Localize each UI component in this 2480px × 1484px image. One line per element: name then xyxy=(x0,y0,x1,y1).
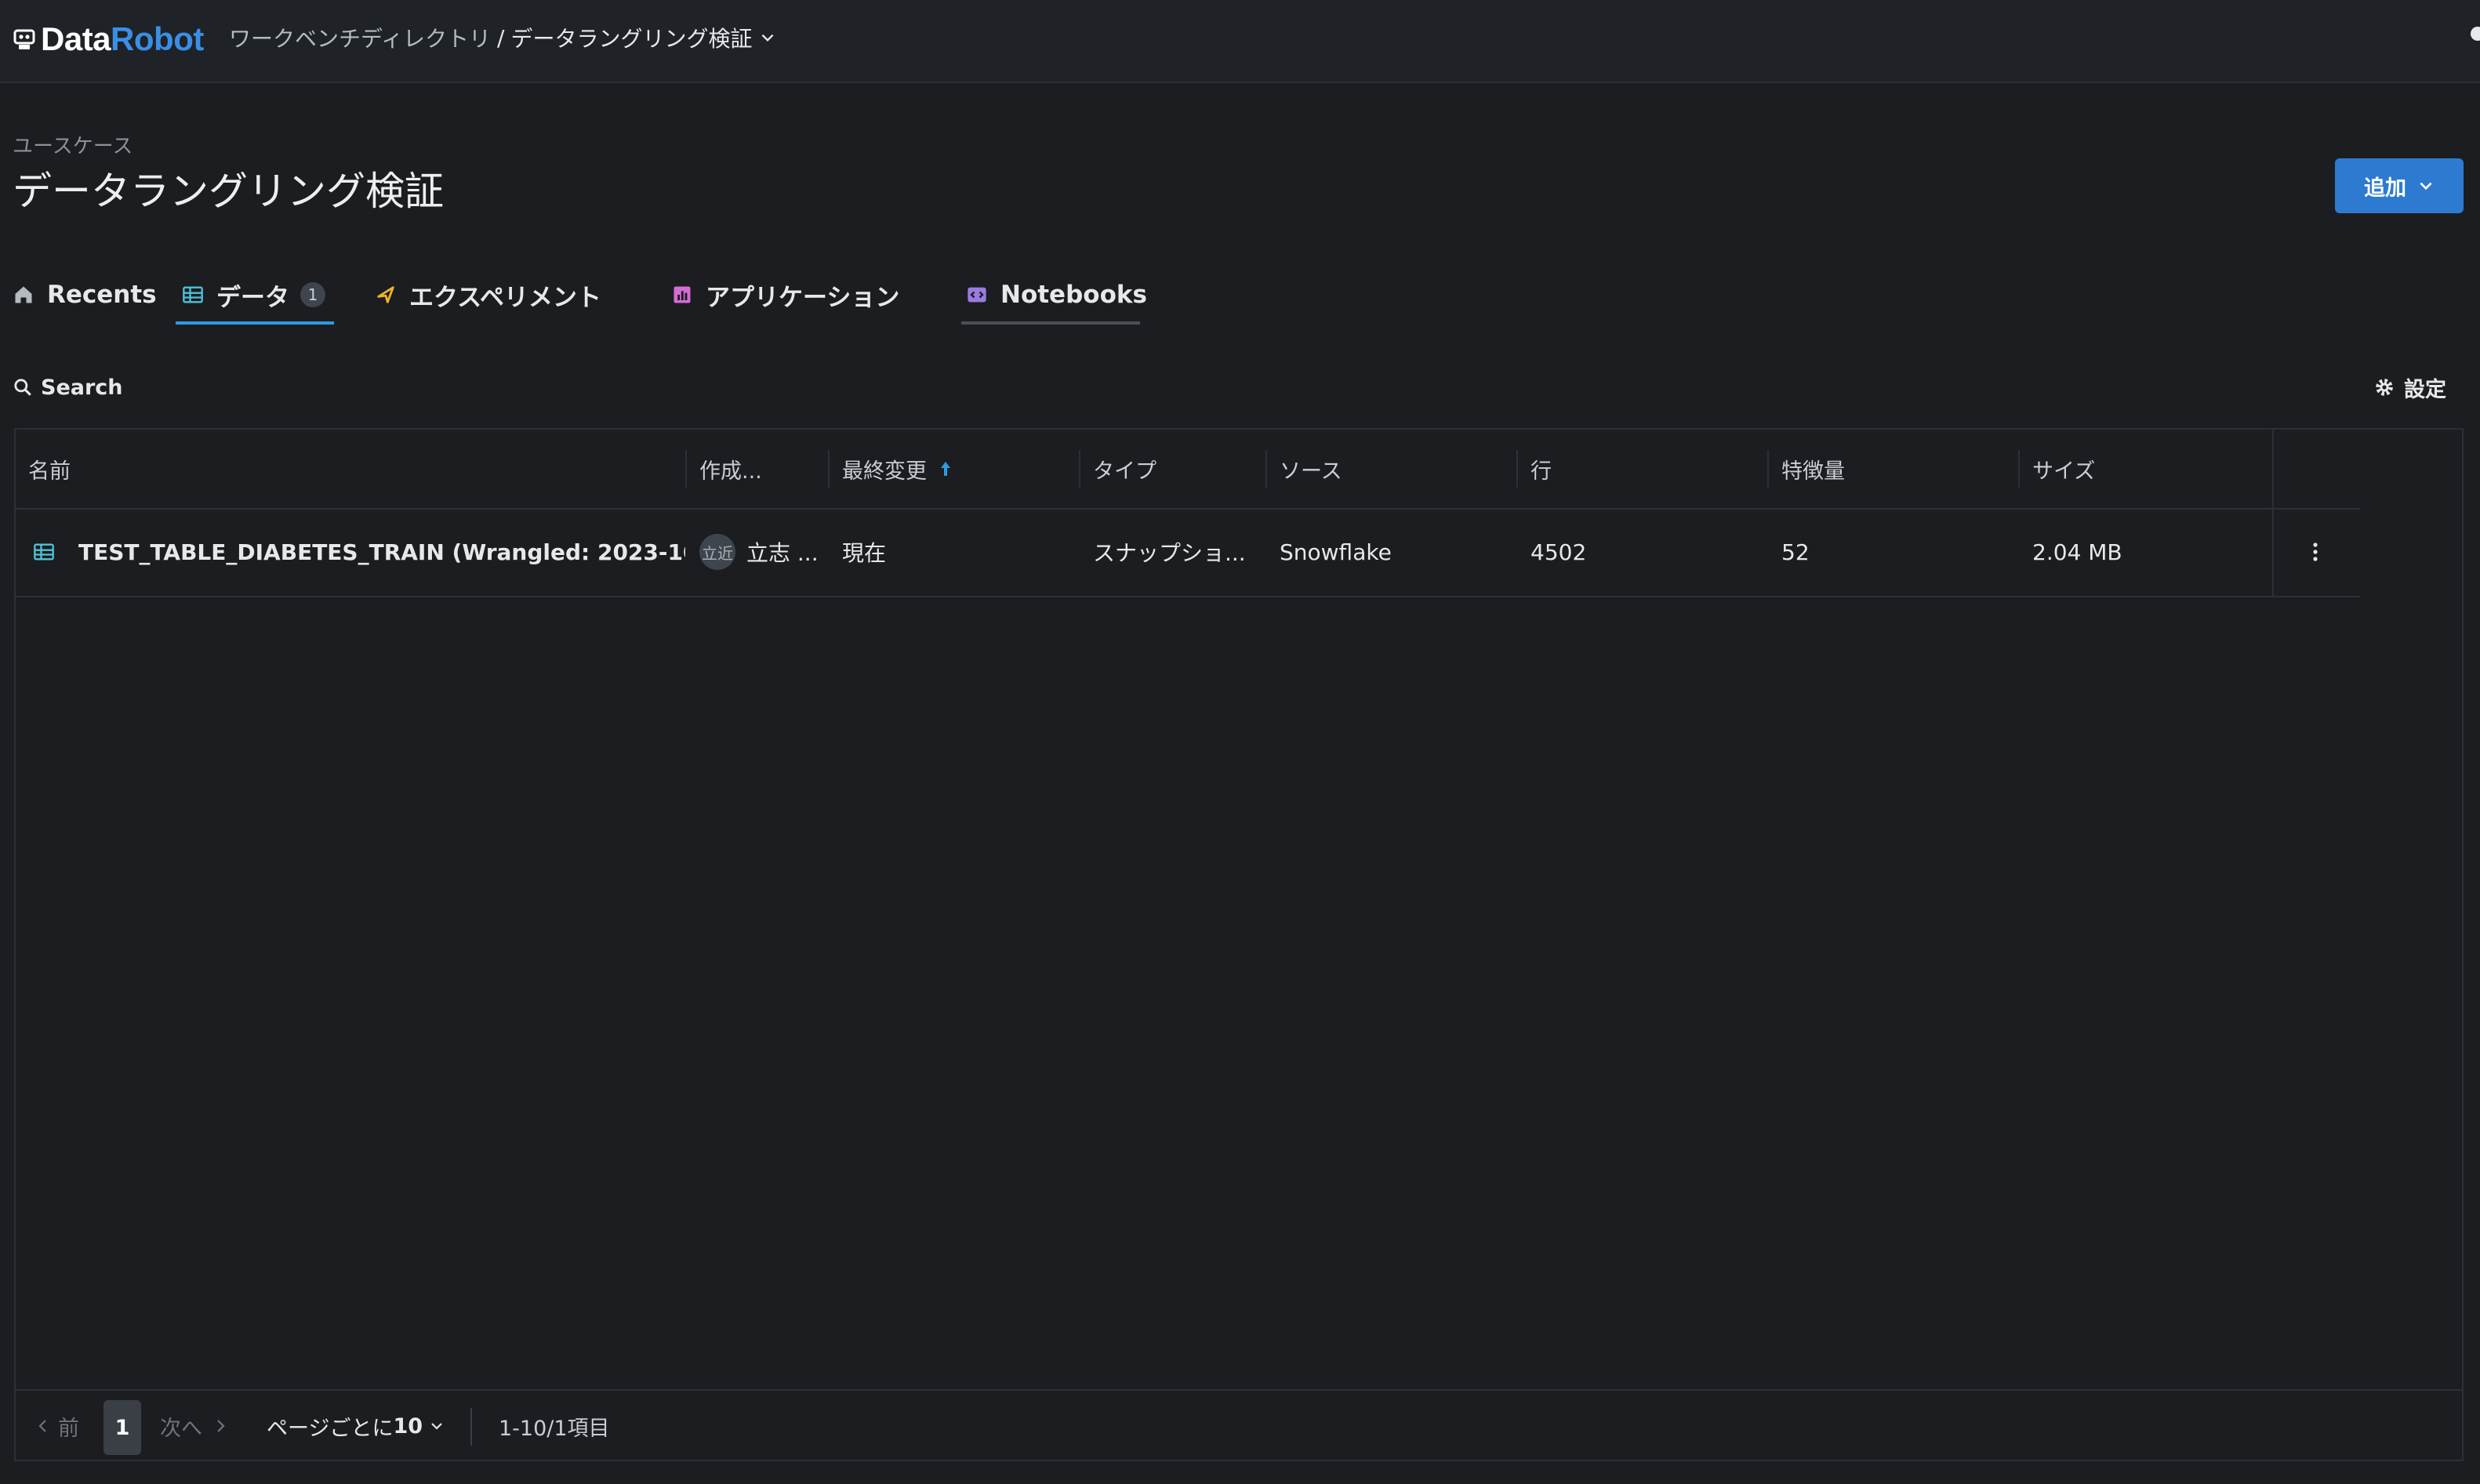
cell-creator: 立近 立志 ... xyxy=(687,508,828,596)
chevron-down-icon xyxy=(2420,182,2432,190)
column-header-name[interactable]: 名前 xyxy=(16,430,685,508)
chevron-down-icon xyxy=(431,1423,442,1430)
table-icon xyxy=(183,286,203,303)
pagination-range: 1-10/1項目 xyxy=(499,1416,610,1441)
data-table: 名前 作成... 最終変更 タイプ ソース 行 特徴量 サイズ TEST_TAB… xyxy=(14,428,2464,1461)
breadcrumb-current-usecase[interactable]: データラングリング検証 xyxy=(510,22,752,53)
tab-applications[interactable]: アプリケーション xyxy=(671,263,899,326)
usecase-label: ユースケース xyxy=(13,135,133,158)
page-title: データラングリング検証 xyxy=(13,169,444,214)
prev-page-button[interactable]: 前 xyxy=(36,1391,79,1461)
logo-text-robot: Robot xyxy=(111,20,204,57)
search-label: Search xyxy=(41,375,123,400)
tab-data[interactable]: データ 1 xyxy=(182,263,325,326)
column-header-features[interactable]: 特徴量 xyxy=(1769,430,2018,508)
breadcrumb-separator: / xyxy=(497,24,505,51)
cell-modified: 現在 xyxy=(842,540,887,566)
table-row[interactable]: TEST_TABLE_DIABETES_TRAIN (Wrangled: 202… xyxy=(16,508,2360,597)
actions-column-divider xyxy=(2272,430,2274,596)
chevron-down-icon[interactable] xyxy=(759,29,776,46)
avatar: 立近 xyxy=(699,534,735,570)
tab-label: Notebooks xyxy=(1000,281,1147,309)
tab-hover-indicator xyxy=(961,321,1140,325)
cell-rows: 4502 xyxy=(1530,539,1587,565)
cell-source: Snowflake xyxy=(1280,539,1392,565)
per-page-select[interactable]: ページごとに 10 xyxy=(267,1391,445,1461)
column-header-size[interactable]: サイズ xyxy=(2020,430,2271,508)
next-label: 次へ xyxy=(160,1416,202,1441)
cell-name[interactable]: TEST_TABLE_DIABETES_TRAIN (Wrangled: 202… xyxy=(16,508,685,596)
breadcrumb-workbench-directory[interactable]: ワークベンチディレクトリ xyxy=(229,22,491,53)
sort-ascending-icon[interactable] xyxy=(938,459,953,478)
column-header-type[interactable]: タイプ xyxy=(1080,430,1265,508)
row-actions-button[interactable] xyxy=(2304,536,2327,568)
active-tab-indicator xyxy=(176,321,334,325)
tab-bar: Recents データ 1 エクスペリメント アプリケーション Notebook… xyxy=(0,263,1176,329)
chart-app-icon xyxy=(674,286,691,303)
next-page-button[interactable]: 次へ xyxy=(160,1391,227,1461)
creator-name: 立志 ... xyxy=(746,540,819,566)
count-badge: 1 xyxy=(300,282,325,307)
tab-notebooks[interactable]: Notebooks xyxy=(966,263,1147,326)
search-button[interactable]: Search xyxy=(13,372,123,403)
robot-logo-icon xyxy=(13,29,35,49)
table-icon xyxy=(34,543,54,561)
dataset-name: TEST_TABLE_DIABETES_TRAIN (Wrangled: 202… xyxy=(78,539,685,565)
prev-label: 前 xyxy=(58,1416,79,1441)
logo-text-data: Data xyxy=(41,20,111,57)
tab-experiments[interactable]: エクスペリメント xyxy=(375,263,601,326)
per-page-value: 10 xyxy=(393,1413,423,1439)
pagination: 前 1 次へ ページごとに 10 1-10/1項目 xyxy=(14,1389,2464,1461)
per-page-label: ページごとに xyxy=(267,1416,394,1441)
cell-features: 52 xyxy=(1781,539,1810,565)
user-menu-icon[interactable] xyxy=(2471,27,2480,41)
column-header-rows[interactable]: 行 xyxy=(1518,430,1767,508)
gear-icon xyxy=(2376,379,2393,396)
tab-label: アプリケーション xyxy=(706,283,900,312)
add-button[interactable]: 追加 xyxy=(2335,158,2464,213)
top-bar: DataRobot ワークベンチディレクトリ / データラングリング検証 xyxy=(0,0,2480,83)
tab-recents[interactable]: Recents xyxy=(13,263,157,326)
column-header-source[interactable]: ソース xyxy=(1267,430,1516,508)
settings-button[interactable]: 設定 xyxy=(2374,372,2446,403)
page-number-current[interactable]: 1 xyxy=(103,1400,141,1455)
search-icon xyxy=(14,379,31,396)
add-button-label: 追加 xyxy=(2364,176,2406,201)
datarobot-logo[interactable]: DataRobot xyxy=(13,19,204,60)
pagination-divider xyxy=(470,1408,472,1446)
tab-label: データ xyxy=(216,283,289,312)
cell-type: スナップショ... xyxy=(1093,540,1246,566)
column-header-label: 最終変更 xyxy=(842,459,927,484)
breadcrumb: ワークベンチディレクトリ / データラングリング検証 xyxy=(229,22,776,53)
kebab-menu-icon xyxy=(2313,542,2318,561)
column-header-creator[interactable]: 作成... xyxy=(687,430,828,508)
tab-label: Recents xyxy=(47,281,157,309)
column-header-modified[interactable]: 最終変更 xyxy=(830,430,1079,508)
code-icon xyxy=(968,287,986,303)
table-header: 名前 作成... 最終変更 タイプ ソース 行 特徴量 サイズ xyxy=(16,430,2360,510)
home-icon xyxy=(15,286,32,303)
cell-size: 2.04 MB xyxy=(2032,539,2122,565)
settings-label: 設定 xyxy=(2404,377,2446,402)
chevron-left-icon xyxy=(38,1420,46,1432)
tab-label: エクスペリメント xyxy=(409,283,601,312)
flask-icon xyxy=(377,286,394,303)
chevron-right-icon xyxy=(217,1420,225,1432)
